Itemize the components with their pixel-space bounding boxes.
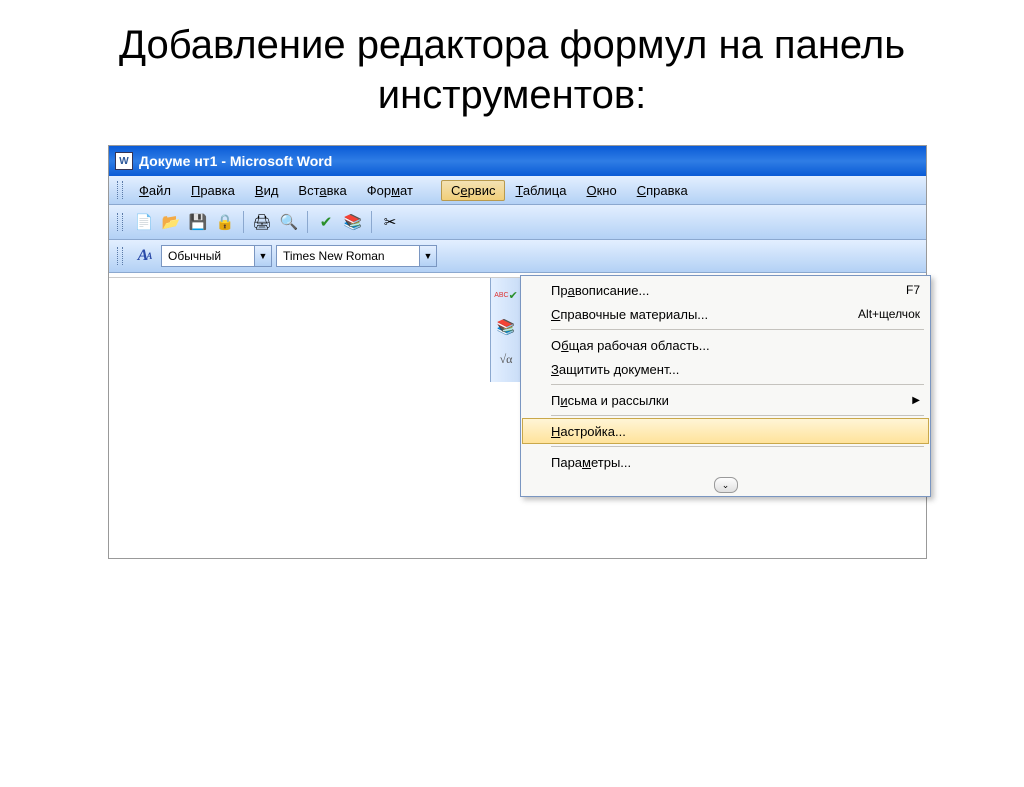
open-icon[interactable]: 📂 [159, 210, 183, 234]
word-icon: W [115, 152, 133, 170]
menu-item-research[interactable]: Справочные материалы... Alt+щелчок [523, 302, 928, 326]
menu-icon-strip: ABC✔ 📚 √α [490, 278, 522, 382]
formatting-toolbar: AA Обычный ▼ Times New Roman ▼ [109, 240, 926, 273]
toolbar-handle[interactable] [117, 181, 123, 199]
menu-file[interactable]: Файл [129, 180, 181, 201]
menu-bar: Файл Правка Вид Вставка Формат Сервис Та… [109, 176, 926, 205]
research-icon[interactable]: 📚 [341, 210, 365, 234]
font-combo-value: Times New Roman [277, 249, 419, 263]
menu-edit[interactable]: Правка [181, 180, 245, 201]
expand-menu-button[interactable]: ⌄ [714, 477, 738, 493]
menu-item-options[interactable]: Параметры... [523, 450, 928, 474]
toolbar-handle[interactable] [117, 247, 123, 265]
chevron-down-icon[interactable]: ▼ [419, 246, 436, 266]
menu-window[interactable]: Окно [576, 180, 626, 201]
new-doc-icon[interactable]: 📄 [132, 210, 156, 234]
menu-format[interactable]: Формат [357, 180, 423, 201]
slide-title: Добавление редактора формул на панель ин… [40, 20, 984, 120]
print-icon[interactable]: 🖨 [250, 210, 274, 234]
menu-expand-row: ⌄ [523, 474, 928, 494]
spellcheck-menu-icon: ABC✔ [493, 282, 519, 308]
submenu-arrow-icon: ▶ [912, 395, 920, 406]
window-title: Докуме нт1 - Microsoft Word [139, 153, 332, 169]
menu-item-letters-mailings[interactable]: Письма и рассылки ▶ [523, 388, 928, 412]
research-menu-icon: 📚 [493, 314, 519, 340]
chevron-double-down-icon: ⌄ [722, 480, 730, 491]
toolbar-handle[interactable] [117, 213, 123, 231]
menu-tools[interactable]: Сервис [441, 180, 506, 201]
tools-dropdown-menu: Правописание... F7 Справочные материалы.… [520, 275, 931, 497]
menu-view[interactable]: Вид [245, 180, 289, 201]
print-preview-icon[interactable]: 🔍 [277, 210, 301, 234]
shortcut-label: F7 [906, 283, 920, 297]
formula-icon: √α [493, 346, 519, 372]
permission-icon[interactable]: 🔒 [213, 210, 237, 234]
standard-toolbar: 📄 📂 💾 🔒 🖨 🔍 ✔ 📚 ✂ [109, 205, 926, 240]
menu-table[interactable]: Таблица [505, 180, 576, 201]
chevron-down-icon[interactable]: ▼ [254, 246, 271, 266]
cut-icon[interactable]: ✂ [378, 210, 402, 234]
separator [307, 211, 308, 233]
word-window: W Докуме нт1 - Microsoft Word Файл Правк… [108, 145, 927, 559]
menu-help[interactable]: Справка [627, 180, 698, 201]
save-icon[interactable]: 💾 [186, 210, 210, 234]
shortcut-label: Alt+щелчок [858, 307, 920, 321]
menu-separator [551, 329, 924, 330]
separator [243, 211, 244, 233]
menu-separator [551, 446, 924, 447]
menu-item-shared-workspace[interactable]: Общая рабочая область... [523, 333, 928, 357]
spellcheck-icon[interactable]: ✔ [314, 210, 338, 234]
styles-icon[interactable]: AA [133, 245, 157, 267]
menu-separator [551, 384, 924, 385]
menu-item-protect-document[interactable]: Защитить документ... [523, 357, 928, 381]
menu-insert[interactable]: Вставка [288, 180, 356, 201]
font-combo[interactable]: Times New Roman ▼ [276, 245, 437, 267]
menu-separator [551, 415, 924, 416]
menu-item-customize[interactable]: Настройка... [522, 418, 929, 444]
document-area: ABC✔ 📚 √α Правописание... F7 Справочные … [109, 278, 926, 558]
title-bar: W Докуме нт1 - Microsoft Word [109, 146, 926, 176]
separator [371, 211, 372, 233]
style-combo-value: Обычный [162, 249, 254, 263]
style-combo[interactable]: Обычный ▼ [161, 245, 272, 267]
menu-item-spelling[interactable]: Правописание... F7 [523, 278, 928, 302]
